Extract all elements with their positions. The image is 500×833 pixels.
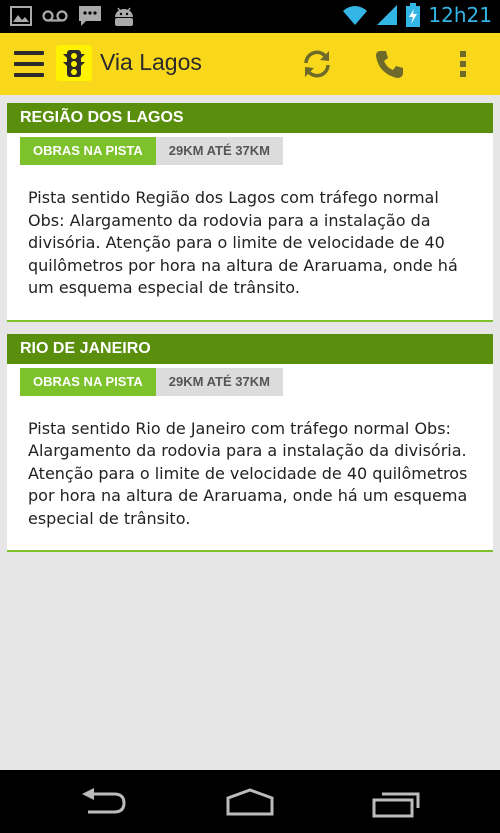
card-text: Pista sentido Região dos Lagos com tráfe…	[28, 188, 458, 297]
phone-icon[interactable]	[373, 47, 407, 81]
chat-icon	[79, 6, 101, 26]
status-badge: OBRAS NA PISTA	[20, 367, 156, 396]
traffic-card[interactable]: REGIÃO DOS LAGOS OBRAS NA PISTA 29KM ATÉ…	[7, 103, 493, 322]
home-icon[interactable]	[225, 788, 275, 822]
traffic-card[interactable]: RIO DE JANEIRO OBRAS NA PISTA 29KM ATÉ 3…	[7, 333, 493, 552]
refresh-icon[interactable]	[300, 47, 334, 81]
status-badge: OBRAS NA PISTA	[20, 137, 156, 165]
km-badge: 29KM ATÉ 37KM	[155, 137, 283, 165]
voicemail-icon	[42, 10, 68, 22]
image-icon	[10, 6, 32, 26]
clock: 12h21	[428, 3, 492, 27]
app-title: Via Lagos	[100, 49, 202, 75]
traffic-light-icon[interactable]	[56, 45, 92, 81]
android-icon	[115, 7, 133, 26]
status-bar: 12h21	[0, 0, 500, 33]
card-tags: OBRAS NA PISTA 29KM ATÉ 37KM	[7, 367, 493, 396]
card-region: REGIÃO DOS LAGOS	[7, 103, 493, 133]
km-badge: 29KM ATÉ 37KM	[155, 367, 283, 396]
action-bar: Via Lagos	[0, 33, 500, 95]
menu-icon[interactable]	[14, 51, 44, 77]
signal-icon	[377, 5, 398, 25]
battery-charging-icon	[406, 3, 421, 27]
card-tags: OBRAS NA PISTA 29KM ATÉ 37KM	[7, 137, 493, 165]
wifi-icon	[343, 6, 368, 25]
card-region: RIO DE JANEIRO	[7, 333, 493, 364]
card-text: Pista sentido Rio de Janeiro com tráfego…	[28, 418, 468, 528]
recents-icon[interactable]	[372, 788, 422, 822]
back-icon[interactable]	[80, 788, 128, 822]
overflow-icon[interactable]	[446, 47, 480, 81]
navigation-bar	[0, 770, 500, 833]
traffic-list: REGIÃO DOS LAGOS OBRAS NA PISTA 29KM ATÉ…	[7, 103, 493, 564]
